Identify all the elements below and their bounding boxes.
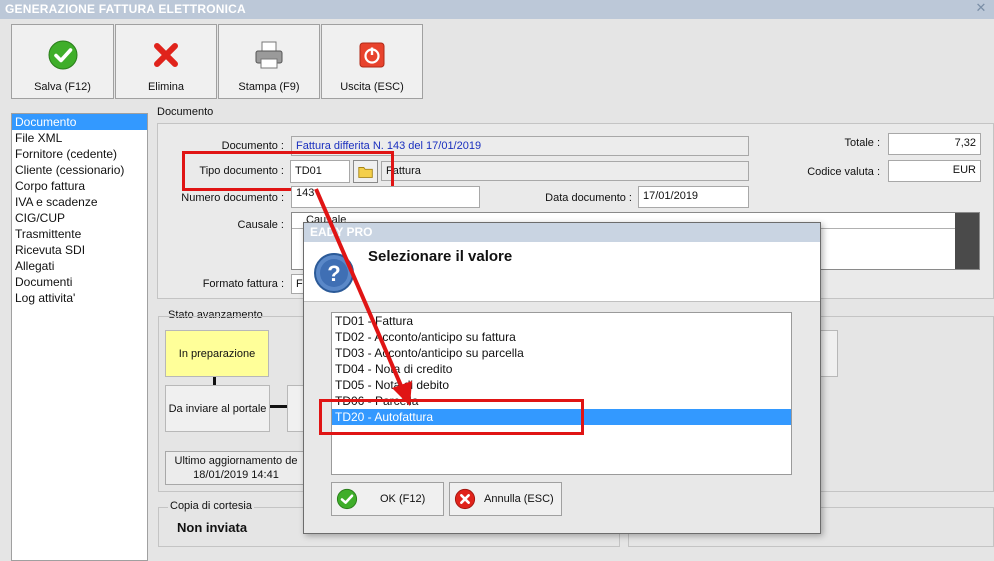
sidebar-item-iva-e-scadenze[interactable]: IVA e scadenze [12, 194, 147, 210]
print-button[interactable]: Stampa (F9) [218, 24, 320, 99]
ok-button-label: OK (F12) [380, 493, 426, 505]
numero-documento-label: Numero documento : [181, 192, 284, 204]
sidebar-item-cliente-cessionario[interactable]: Cliente (cessionario) [12, 162, 147, 178]
svg-text:?: ? [327, 261, 340, 286]
sidebar-item-log-attivita[interactable]: Log attivita' [12, 290, 147, 306]
sidebar-item-allegati[interactable]: Allegati [12, 258, 147, 274]
cancel-x-icon [454, 488, 476, 510]
value-list: TD01 - Fattura TD02 - Acconto/anticipo su… [331, 312, 792, 475]
step-da-inviare-label: Da inviare al portale [168, 402, 267, 415]
value-option-td03[interactable]: TD03 - Acconto/anticipo su parcella [332, 345, 791, 361]
ok-button[interactable]: OK (F12) [331, 482, 444, 516]
window-title-bar: GENERAZIONE FATTURA ELETTRONICA [0, 0, 994, 19]
delete-button[interactable]: Elimina [115, 24, 217, 99]
delete-button-label: Elimina [147, 81, 185, 93]
dialog-heading: Selezionare il valore [368, 248, 513, 265]
sidebar-item-fornitore-cedente[interactable]: Fornitore (cedente) [12, 146, 147, 162]
last-update-line2: 18/01/2019 14:41 [193, 469, 279, 481]
formato-fattura-label: Formato fattura : [202, 278, 284, 290]
dialog-title: EADY PRO [310, 225, 373, 239]
documento-group-title: Documento [157, 106, 214, 118]
step-in-preparazione: In preparazione [165, 330, 269, 377]
step-right [818, 330, 838, 377]
value-option-td05[interactable]: TD05 - Nota di debito [332, 377, 791, 393]
save-button[interactable]: Salva (F12) [11, 24, 114, 99]
sidebar-item-corpo-fattura[interactable]: Corpo fattura [12, 178, 147, 194]
value-option-td02[interactable]: TD02 - Acconto/anticipo su fattura [332, 329, 791, 345]
save-button-label: Salva (F12) [34, 81, 91, 93]
data-documento-label: Data documento : [545, 192, 632, 204]
step-in-preparazione-label: In preparazione [178, 347, 256, 360]
cortesia-value: Non inviata [177, 520, 248, 535]
sidebar-item-ricevuta-sdi[interactable]: Ricevuta SDI [12, 242, 147, 258]
codice-valuta-field[interactable]: EUR [888, 160, 981, 182]
exit-button-label: Uscita (ESC) [340, 81, 404, 93]
tipo-documento-description: Fattura [381, 161, 749, 181]
select-value-dialog: EADY PRO ? Selezionare il valore TD01 - … [303, 222, 821, 534]
numero-documento-field[interactable]: 143 [291, 186, 480, 208]
highlight-frame-tipo [182, 151, 394, 191]
codice-valuta-label: Codice valuta : [807, 166, 880, 178]
step-connector [213, 377, 216, 385]
causale-grid-scrollbar[interactable] [955, 213, 979, 269]
value-option-td01[interactable]: TD01 - Fattura [332, 313, 791, 329]
cancel-button[interactable]: Annulla (ESC) [449, 482, 562, 516]
step-da-inviare: Da inviare al portale [165, 385, 270, 432]
cortesia-group-title: Copia di cortesia [168, 500, 254, 512]
window-title: GENERAZIONE FATTURA ELETTRONICA [5, 2, 246, 16]
last-update-line1: Ultimo aggiornamento de [174, 455, 298, 467]
causale-label: Causale : [237, 219, 284, 231]
delete-x-icon [154, 43, 178, 67]
sidebar-item-cig-cup[interactable]: CIG/CUP [12, 210, 147, 226]
exit-power-icon [359, 42, 385, 68]
check-icon [48, 40, 77, 70]
question-icon: ? [314, 253, 354, 293]
dialog-header: ? Selezionare il valore [304, 242, 820, 302]
sidebar-nav: Documento File XML Fornitore (cedente) Clie… [11, 113, 148, 561]
value-option-td04[interactable]: TD04 - Nota di credito [332, 361, 791, 377]
sidebar-item-trasmittente[interactable]: Trasmittente [12, 226, 147, 242]
window-close-icon[interactable]: ✕ [974, 1, 988, 15]
highlight-frame-td20 [319, 399, 584, 435]
sidebar-item-file-xml[interactable]: File XML [12, 130, 147, 146]
sidebar-item-documenti[interactable]: Documenti [12, 274, 147, 290]
ok-check-icon [336, 488, 358, 510]
sidebar-item-documento[interactable]: Documento [12, 114, 147, 130]
printer-icon [255, 41, 283, 69]
exit-button[interactable]: Uscita (ESC) [321, 24, 423, 99]
totale-field: 7,32 [888, 133, 981, 155]
dialog-title-bar: EADY PRO [304, 223, 820, 242]
last-update-box: Ultimo aggiornamento de 18/01/2019 14:41 [165, 451, 307, 485]
cancel-button-label: Annulla (ESC) [484, 493, 554, 505]
step-connector-2 [270, 405, 287, 408]
data-documento-field[interactable]: 17/01/2019 [638, 186, 749, 208]
print-button-label: Stampa (F9) [238, 81, 300, 93]
totale-label: Totale : [844, 137, 880, 149]
